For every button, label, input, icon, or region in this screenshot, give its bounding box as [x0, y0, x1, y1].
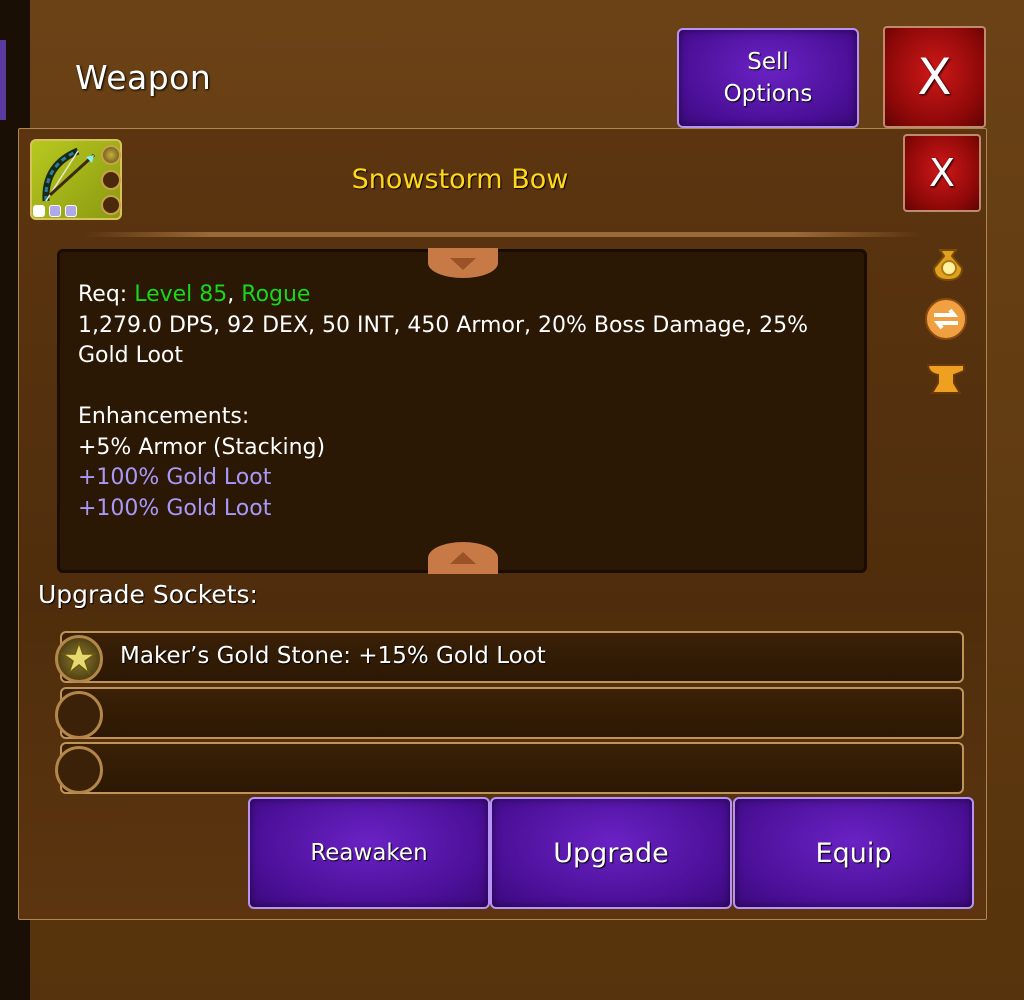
enhancement-1: +5% Armor (Stacking) — [78, 434, 326, 460]
req-level: Level 85 — [134, 282, 228, 307]
stats-line: 1,279.0 DPS, 92 DEX, 50 INT, 450 Armor, … — [78, 312, 809, 369]
icon-socket-2 — [101, 170, 121, 190]
reawaken-label: Reawaken — [310, 840, 428, 866]
socket-row-3[interactable] — [60, 742, 964, 794]
bow-graphic — [42, 147, 96, 202]
item-description-text: Req: Level 85, Rogue 1,279.0 DPS, 92 DEX… — [78, 280, 858, 524]
empty-socket-icon — [55, 746, 103, 794]
enhancements-header: Enhancements: — [78, 404, 250, 429]
left-edge-accent — [0, 40, 6, 120]
chevron-down-icon — [450, 258, 476, 270]
rarity-pip-1 — [33, 205, 45, 217]
upgrade-label: Upgrade — [553, 837, 669, 869]
window-title: Weapon — [75, 58, 212, 97]
req-class: Rogue — [241, 282, 311, 307]
equip-label: Equip — [815, 837, 892, 869]
item-description-box[interactable]: Req: Level 85, Rogue 1,279.0 DPS, 92 DEX… — [57, 249, 867, 573]
upgrade-sockets-label: Upgrade Sockets: — [38, 580, 258, 609]
chevron-up-icon — [450, 552, 476, 564]
sell-options-button[interactable]: Sell Options — [677, 28, 859, 128]
close-item-button[interactable]: X — [903, 134, 981, 212]
empty-socket-icon — [55, 691, 103, 739]
equip-button[interactable]: Equip — [733, 797, 974, 909]
anvil-icon[interactable] — [924, 355, 968, 399]
title-divider — [85, 232, 920, 237]
star-gem-graphic — [60, 640, 98, 676]
close-icon: X — [917, 48, 952, 106]
sell-options-label-line1: Sell — [747, 49, 789, 75]
icon-socket-3 — [101, 195, 121, 215]
req-separator: , — [227, 282, 242, 307]
socket-row-2[interactable] — [60, 687, 964, 739]
close-icon: X — [928, 151, 956, 195]
close-window-button[interactable]: X — [883, 26, 986, 128]
icon-socket-1 — [101, 145, 121, 165]
requirements-line: Req: Level 85, Rogue — [78, 280, 858, 311]
reroll-icon[interactable] — [924, 297, 968, 341]
enhancement-3: +100% Gold Loot — [78, 495, 272, 521]
gold-stone-icon — [55, 635, 103, 683]
scroll-down-button[interactable] — [428, 248, 498, 278]
socket-1-text: Maker’s Gold Stone: +15% Gold Loot — [120, 643, 546, 669]
item-name: Snowstorm Bow — [351, 164, 569, 195]
rarity-pip-3 — [65, 205, 77, 217]
gold-bag-icon[interactable] — [926, 238, 970, 282]
rarity-pip-2 — [49, 205, 61, 217]
enhancement-2: +100% Gold Loot — [78, 465, 272, 490]
upgrade-button[interactable]: Upgrade — [490, 797, 732, 909]
scroll-up-button[interactable] — [428, 542, 498, 574]
sell-options-label-line2: Options — [723, 81, 813, 107]
req-prefix: Req: — [78, 282, 135, 307]
reawaken-button[interactable]: Reawaken — [248, 797, 490, 909]
